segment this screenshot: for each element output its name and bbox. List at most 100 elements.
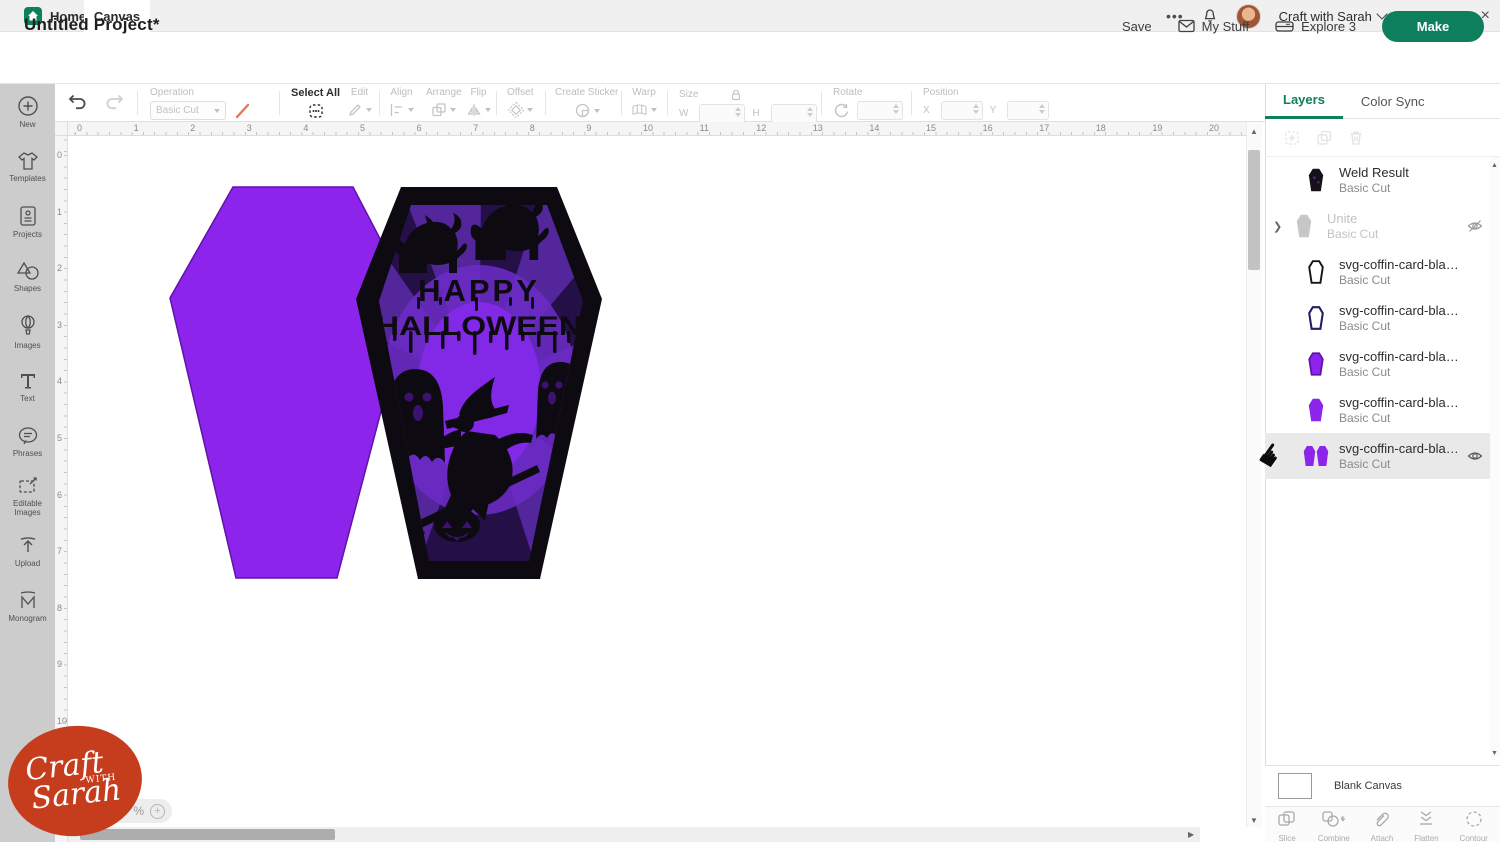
logo-line3: Sarah: [29, 772, 123, 817]
layer-list-scrollbar[interactable]: [1490, 157, 1500, 757]
size-h-input[interactable]: [770, 104, 817, 123]
sidebar-item-templates[interactable]: Templates: [0, 139, 55, 194]
ruler-number: 3: [246, 123, 252, 133]
ruler-number: 2: [190, 123, 196, 133]
size-w-input[interactable]: [699, 104, 746, 123]
action-label: Flatten: [1414, 834, 1439, 842]
ruler-number: 0: [57, 150, 63, 160]
layer-list: Weld Result Basic Cut ❯ Unite Basic Cut svg-c…: [1265, 157, 1490, 757]
layer-name: Unite: [1327, 211, 1358, 226]
ruler-number: 15: [926, 123, 937, 133]
page-title: Untitled Project*: [24, 15, 160, 34]
arrange-button[interactable]: Arrange: [426, 88, 462, 118]
layer-name: svg-coffin-card-blank-cr...: [1339, 257, 1460, 272]
lock-icon[interactable]: [730, 88, 742, 101]
ruler-number: 5: [57, 433, 63, 443]
explore-machine-button[interactable]: Explore 3: [1275, 19, 1356, 34]
make-button[interactable]: Make: [1382, 10, 1484, 42]
attach-button[interactable]: Attach: [1371, 810, 1393, 842]
layer-scroll-down-icon[interactable]: ▼: [1491, 750, 1498, 758]
rotate-input[interactable]: [857, 101, 903, 120]
rotate-icon[interactable]: [833, 102, 850, 119]
warp-button[interactable]: Warp: [631, 88, 657, 118]
operation-select[interactable]: Basic Cut: [150, 101, 226, 120]
sidebar-item-phrases[interactable]: Phrases: [0, 414, 55, 469]
position-y-input[interactable]: [1007, 101, 1050, 120]
canvas-horizontal-scroll-thumb[interactable]: [80, 829, 335, 840]
layer-row[interactable]: svg-coffin-card-blank-cr...Basic Cut: [1265, 387, 1490, 433]
eye-slash-icon[interactable]: [1460, 219, 1490, 233]
position-x-input[interactable]: [940, 101, 983, 120]
pen-color-icon[interactable]: [234, 102, 252, 120]
group-icon[interactable]: [1283, 129, 1301, 147]
sidebar-item-label: Editable Images: [13, 499, 42, 517]
warp-icon: [632, 104, 647, 116]
layer-scroll-up-icon[interactable]: ▲: [1491, 162, 1498, 170]
tab-color-sync[interactable]: Color Sync: [1343, 84, 1443, 119]
card-text-halloween: HALLOWEEN: [376, 311, 582, 341]
sidebar-item-new[interactable]: New: [0, 84, 55, 139]
sidebar-item-projects[interactable]: Projects: [0, 194, 55, 249]
ruler-number: 14: [869, 123, 880, 133]
layer-row[interactable]: svg-coffin-card-blan... Basic Cut: [1265, 433, 1490, 479]
ruler-number: 10: [643, 123, 654, 133]
scroll-up-icon[interactable]: ▲: [1250, 128, 1258, 136]
ruler-number: 0: [77, 123, 83, 133]
ruler-number: 9: [586, 123, 592, 133]
sidebar-item-shapes[interactable]: Shapes: [0, 249, 55, 304]
ruler-number: 19: [1152, 123, 1163, 133]
templates-icon: [17, 151, 39, 171]
blank-canvas-row[interactable]: Blank Canvas: [1265, 765, 1500, 806]
ruler-number: 6: [57, 489, 63, 500]
layer-thumbnail: [1303, 166, 1329, 194]
combine-button[interactable]: Combine: [1318, 810, 1350, 842]
my-stuff-button[interactable]: My Stuff: [1177, 19, 1249, 34]
layer-text: svg-coffin-card-blank-cr...Basic Cut: [1339, 257, 1460, 287]
align-button[interactable]: Align: [389, 88, 414, 118]
slice-button[interactable]: Slice: [1277, 810, 1297, 842]
duplicate-icon[interactable]: [1315, 129, 1333, 147]
flip-button[interactable]: Flip: [466, 88, 491, 118]
contour-button[interactable]: Contour: [1459, 810, 1488, 842]
action-label: Slice: [1278, 834, 1296, 842]
coffin-card-halloween[interactable]: HAPPY HALLOWEEN: [353, 185, 605, 581]
ruler-number: 4: [57, 376, 63, 387]
canvas-vertical-scroll-thumb[interactable]: [1248, 150, 1260, 270]
edit-button[interactable]: Edit: [347, 88, 372, 118]
offset-button[interactable]: Offset: [507, 88, 534, 118]
sidebar-item-label: Shapes: [13, 283, 42, 293]
select-all-button[interactable]: Select All: [291, 88, 340, 120]
scroll-down-icon[interactable]: ▼: [1250, 817, 1258, 825]
layer-row[interactable]: Weld Result Basic Cut: [1265, 157, 1490, 203]
create-sticker-button[interactable]: Create Sticker: [555, 88, 618, 119]
eye-icon[interactable]: [1460, 449, 1490, 463]
zoom-in-icon[interactable]: +: [150, 803, 165, 819]
ruler-number: 1: [57, 206, 63, 217]
redo-button[interactable]: [103, 92, 125, 112]
layer-row[interactable]: svg-coffin-card-blank-cr...Basic Cut: [1265, 295, 1490, 341]
layer-thumbnail: [1303, 443, 1329, 469]
sidebar-item-editable-images[interactable]: Editable Images: [0, 469, 55, 524]
layer-row[interactable]: ❯ Unite Basic Cut: [1265, 203, 1490, 249]
layer-row[interactable]: svg-coffin-card-blank-cr...Basic Cut: [1265, 341, 1490, 387]
ruler-number: 8: [57, 602, 63, 613]
layer-name: svg-coffin-card-blan...: [1339, 441, 1460, 456]
layer-row[interactable]: svg-coffin-card-blank-cr...Basic Cut: [1265, 249, 1490, 295]
flip-icon: [467, 104, 481, 116]
align-icon: [390, 104, 402, 116]
scroll-right-icon[interactable]: ▶: [1188, 831, 1194, 839]
flatten-button[interactable]: Flatten: [1414, 810, 1439, 842]
sidebar-item-monogram[interactable]: Monogram: [0, 579, 55, 634]
undo-button[interactable]: [67, 92, 89, 112]
sidebar-item-text[interactable]: Text: [0, 359, 55, 414]
sidebar-item-label: Monogram: [8, 613, 47, 623]
expand-chevron-icon[interactable]: ❯: [1273, 220, 1287, 233]
save-button[interactable]: Save: [1122, 19, 1152, 34]
delete-icon[interactable]: [1347, 129, 1365, 147]
ruler-number: 8: [529, 123, 535, 133]
tab-layers[interactable]: Layers: [1265, 84, 1343, 119]
text-icon: [18, 371, 38, 391]
sidebar-item-upload[interactable]: Upload: [0, 524, 55, 579]
layer-text: svg-coffin-card-blank-cr...Basic Cut: [1339, 395, 1460, 425]
sidebar-item-images[interactable]: Images: [0, 304, 55, 359]
